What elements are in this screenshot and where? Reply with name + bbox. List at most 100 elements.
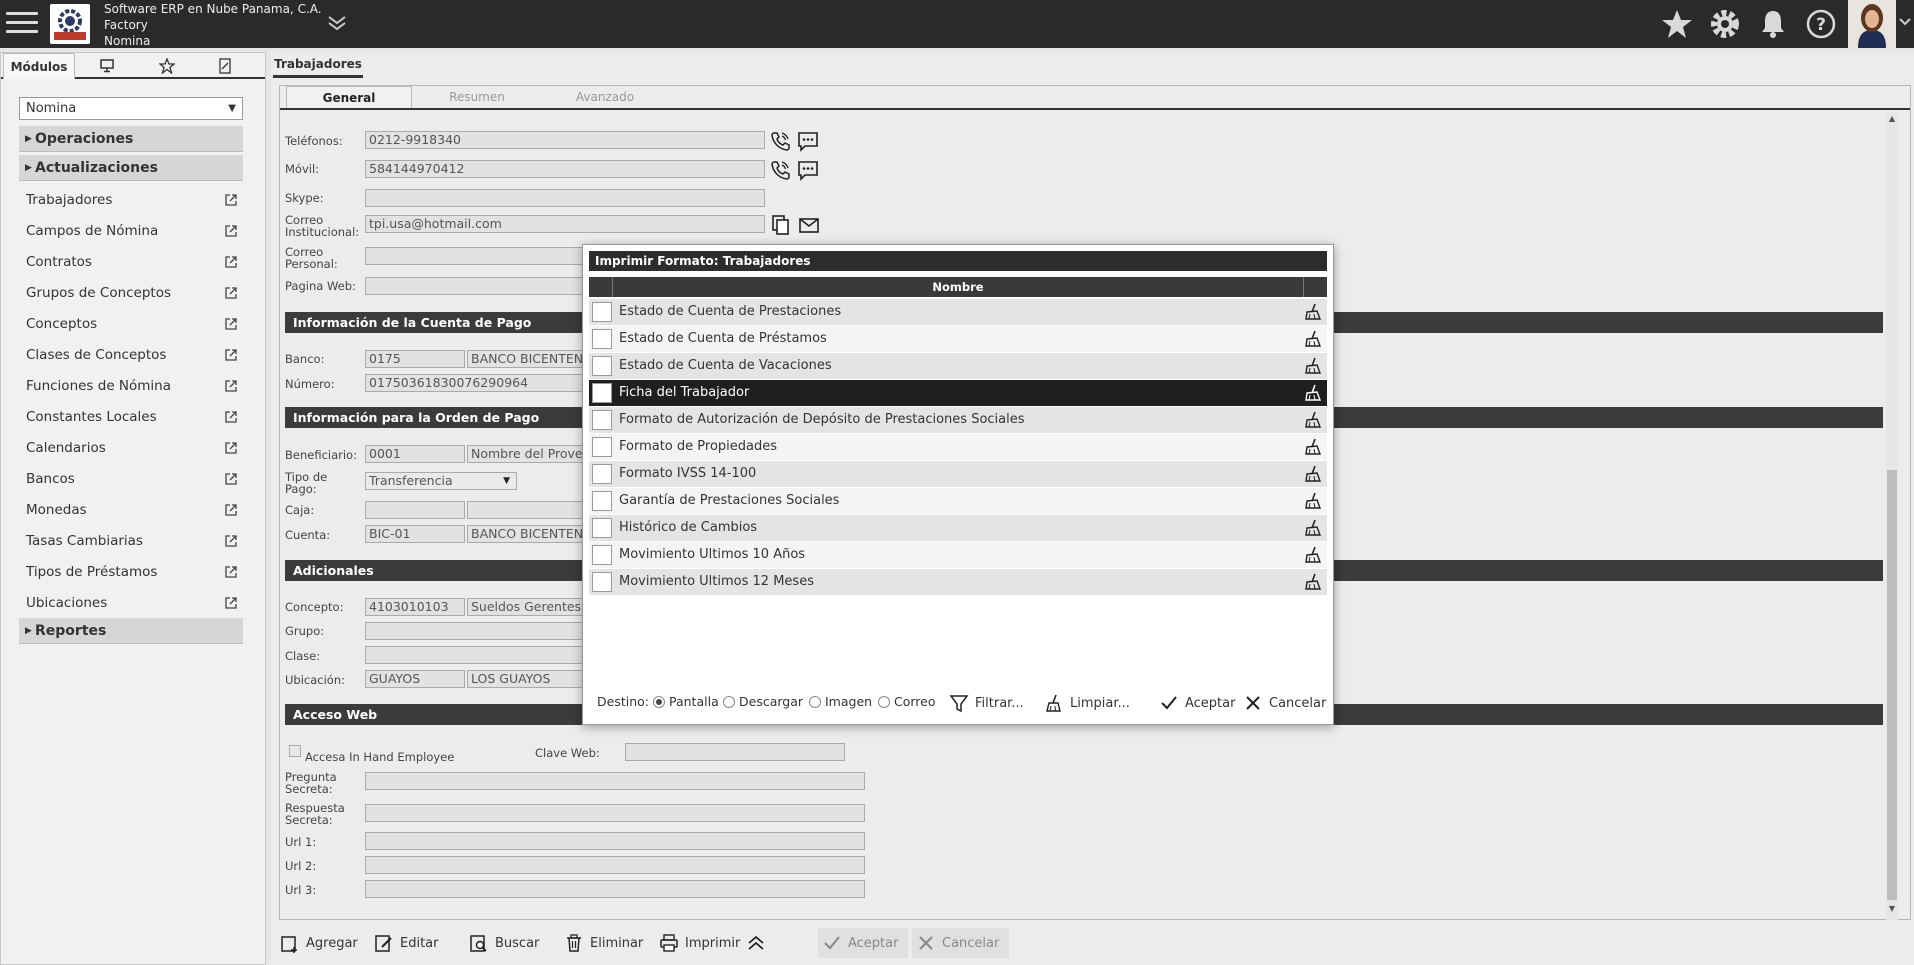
accesa-checkbox[interactable] xyxy=(289,745,301,757)
broom-icon[interactable] xyxy=(1303,572,1323,602)
numero-field[interactable]: 01750361830076290964 xyxy=(365,374,585,392)
url3-field[interactable] xyxy=(365,880,865,898)
sidebar-item[interactable]: Monedas xyxy=(26,499,238,521)
buscar-button[interactable]: Buscar xyxy=(469,928,539,958)
agregar-button[interactable]: Agregar xyxy=(280,928,358,958)
tab-modulos[interactable]: Módulos xyxy=(3,53,75,79)
caja-code-field[interactable] xyxy=(365,501,465,519)
filtrar-button[interactable]: Filtrar... xyxy=(949,692,1024,714)
sidebar-item[interactable]: Tasas Cambiarias xyxy=(26,530,238,552)
row-checkbox[interactable] xyxy=(592,572,612,592)
respuesta-secreta-field[interactable] xyxy=(365,804,865,822)
phone-call-icon[interactable] xyxy=(769,130,791,156)
row-checkbox[interactable] xyxy=(592,302,612,322)
row-checkbox[interactable] xyxy=(592,464,612,484)
clase-field[interactable] xyxy=(365,646,585,664)
external-link-icon[interactable] xyxy=(224,564,238,586)
row-checkbox[interactable] xyxy=(592,383,612,403)
gear-icon[interactable] xyxy=(1708,7,1742,41)
external-link-icon[interactable] xyxy=(224,533,238,555)
chat-icon[interactable] xyxy=(797,130,819,156)
ubicacion-code-field[interactable]: GUAYOS xyxy=(365,670,465,688)
sidebar-item[interactable]: Grupos de Conceptos xyxy=(26,282,238,304)
destino-correo-radio[interactable] xyxy=(878,696,890,708)
sidebar-item[interactable]: Contratos xyxy=(26,251,238,273)
star-icon[interactable] xyxy=(1660,7,1694,41)
sidebar-item[interactable]: Bancos xyxy=(26,468,238,490)
destino-descargar-radio[interactable] xyxy=(723,696,735,708)
print-format-row[interactable]: Movimiento Ultimos 12 Meses xyxy=(589,569,1327,595)
double-chevron-down-icon[interactable] xyxy=(326,14,348,36)
beneficiario-code-field[interactable]: 0001 xyxy=(365,445,465,463)
external-link-icon[interactable] xyxy=(224,471,238,493)
group-actualizaciones[interactable]: ▶ Actualizaciones xyxy=(19,155,243,181)
dialog-cancelar-button[interactable]: Cancelar xyxy=(1243,692,1326,714)
print-format-row[interactable]: Estado de Cuenta de Préstamos xyxy=(589,326,1327,352)
copy-icon[interactable] xyxy=(770,214,792,240)
cancelar-button[interactable]: Cancelar xyxy=(912,928,1010,958)
correo-personal-field[interactable] xyxy=(365,247,585,265)
tab-general[interactable]: General xyxy=(286,86,412,108)
external-link-icon[interactable] xyxy=(224,316,238,338)
sidebar-item[interactable]: Conceptos xyxy=(26,313,238,335)
scrollbar-thumb[interactable] xyxy=(1887,470,1897,900)
skype-field[interactable] xyxy=(365,189,765,207)
print-format-row[interactable]: Formato IVSS 14-100 xyxy=(589,461,1327,487)
external-link-icon[interactable] xyxy=(224,595,238,617)
external-link-icon[interactable] xyxy=(224,440,238,462)
help-icon[interactable]: ? xyxy=(1804,7,1838,41)
url1-field[interactable] xyxy=(365,832,865,850)
row-checkbox[interactable] xyxy=(592,410,612,430)
sidebar-item[interactable]: Clases de Conceptos xyxy=(26,344,238,366)
external-link-icon[interactable] xyxy=(224,285,238,307)
url2-field[interactable] xyxy=(365,856,865,874)
concepto-code-field[interactable]: 4103010103 xyxy=(365,598,465,616)
external-link-icon[interactable] xyxy=(224,254,238,276)
group-reportes[interactable]: ▶ Reportes xyxy=(19,618,243,644)
tipo-pago-select[interactable]: Transferencia ▼ xyxy=(365,472,517,490)
scroll-down-icon[interactable]: ▼ xyxy=(1886,904,1898,916)
sidebar-item[interactable]: Ubicaciones xyxy=(26,592,238,614)
row-checkbox[interactable] xyxy=(592,356,612,376)
editar-button[interactable]: Editar xyxy=(374,928,439,958)
clave-web-field[interactable] xyxy=(625,743,845,761)
row-checkbox[interactable] xyxy=(592,545,612,565)
row-checkbox[interactable] xyxy=(592,491,612,511)
eliminar-button[interactable]: Eliminar xyxy=(564,928,643,958)
pagina-web-field[interactable] xyxy=(365,277,585,295)
external-link-icon[interactable] xyxy=(224,378,238,400)
destino-pantalla-radio[interactable] xyxy=(653,696,665,708)
monitor-icon[interactable] xyxy=(87,53,127,79)
print-format-row[interactable]: Estado de Cuenta de Prestaciones xyxy=(589,299,1327,325)
print-format-row[interactable]: Movimiento Ultimos 10 Años xyxy=(589,542,1327,568)
tab-avanzado[interactable]: Avanzado xyxy=(542,86,668,108)
print-format-row[interactable]: Estado de Cuenta de Vacaciones xyxy=(589,353,1327,379)
limpiar-button[interactable]: Limpiar... xyxy=(1044,692,1130,714)
chat-icon[interactable] xyxy=(797,159,819,185)
print-format-row[interactable]: Garantía de Prestaciones Sociales xyxy=(589,488,1327,514)
external-link-icon[interactable] xyxy=(224,192,238,214)
row-checkbox[interactable] xyxy=(592,329,612,349)
dialog-aceptar-button[interactable]: Aceptar xyxy=(1159,692,1235,714)
avatar[interactable] xyxy=(1848,0,1896,48)
print-format-row[interactable]: Formato de Autorización de Depósito de P… xyxy=(589,407,1327,433)
pregunta-secreta-field[interactable] xyxy=(365,772,865,790)
sidebar-item[interactable]: Campos de Nómina xyxy=(26,220,238,242)
favorites-star-icon[interactable] xyxy=(147,53,187,79)
row-checkbox[interactable] xyxy=(592,437,612,457)
sidebar-item[interactable]: Calendarios xyxy=(26,437,238,459)
bell-icon[interactable] xyxy=(1756,7,1790,41)
tab-resumen[interactable]: Resumen xyxy=(414,86,540,108)
chevron-down-icon[interactable] xyxy=(1898,16,1912,32)
external-link-icon[interactable] xyxy=(224,409,238,431)
row-checkbox[interactable] xyxy=(592,518,612,538)
group-operaciones[interactable]: ▶ Operaciones xyxy=(19,126,243,152)
cuenta-code-field[interactable]: BIC-01 xyxy=(365,525,465,543)
double-chevron-up-icon[interactable] xyxy=(746,933,766,953)
grupo-field[interactable] xyxy=(365,622,585,640)
scroll-up-icon[interactable]: ▲ xyxy=(1886,114,1898,126)
print-format-row[interactable]: Formato de Propiedades xyxy=(589,434,1327,460)
banco-code-field[interactable]: 0175 xyxy=(365,350,465,368)
telefonos-field[interactable]: 0212-9918340 xyxy=(365,131,765,149)
external-link-icon[interactable] xyxy=(224,223,238,245)
